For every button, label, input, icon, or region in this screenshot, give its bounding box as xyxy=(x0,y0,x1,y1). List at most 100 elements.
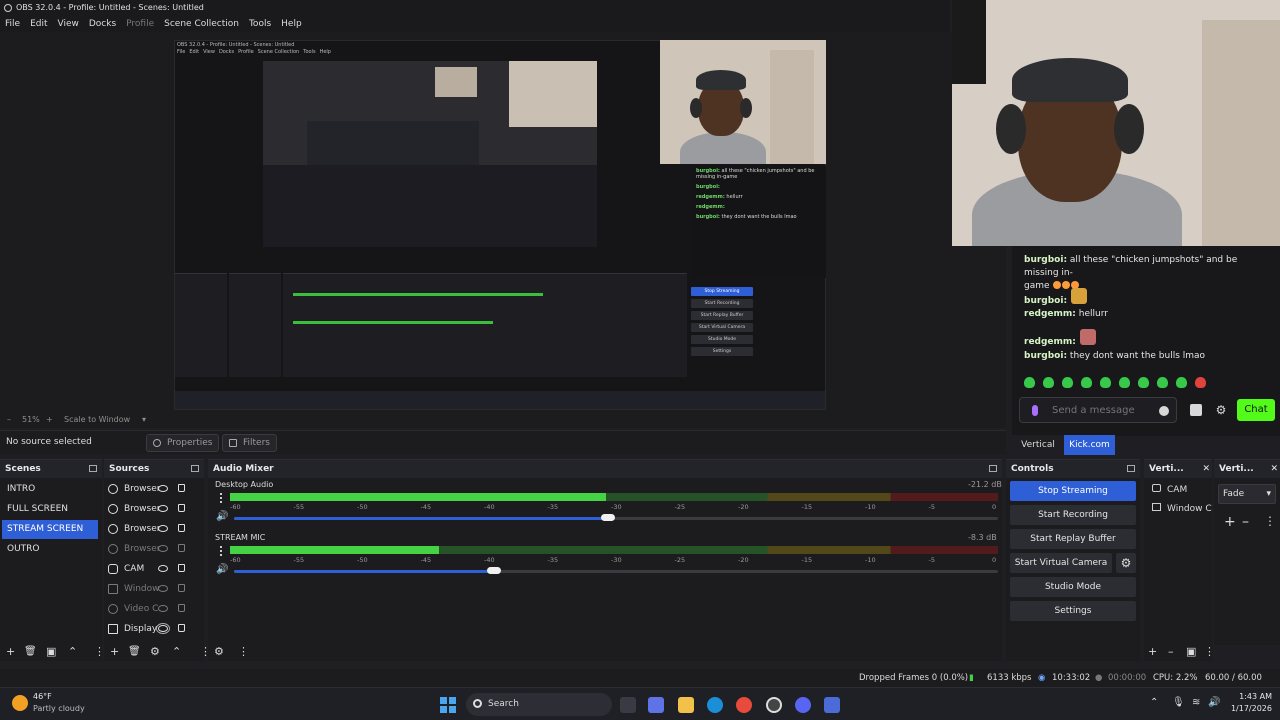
scene-item[interactable]: OUTRO xyxy=(2,540,98,559)
lock-icon[interactable] xyxy=(178,584,185,592)
settings-button[interactable]: Settings xyxy=(1010,601,1136,621)
lock-icon[interactable] xyxy=(178,624,185,632)
menu-icon[interactable]: ⋮ xyxy=(238,643,249,661)
wifi-icon[interactable]: ≋ xyxy=(1192,697,1200,708)
emoji-picker-icon[interactable] xyxy=(1159,406,1169,416)
clock-time[interactable]: 1:43 AM xyxy=(1232,692,1272,701)
emote-icon[interactable] xyxy=(1062,377,1073,388)
close-icon[interactable]: ✕ xyxy=(1270,460,1278,478)
chat-username[interactable]: burgboi: xyxy=(1024,296,1067,306)
volume-slider-knob[interactable] xyxy=(601,514,616,521)
lock-icon[interactable] xyxy=(178,564,185,572)
lock-icon[interactable] xyxy=(178,544,185,552)
emote-icon[interactable] xyxy=(1043,377,1054,388)
remove-icon[interactable]: – xyxy=(1168,643,1174,661)
menu-profile[interactable]: Profile xyxy=(121,16,159,32)
menu-help[interactable]: Help xyxy=(276,16,307,32)
scene-item-selected[interactable]: STREAM SCREEN xyxy=(2,520,98,539)
zoom-minus-icon[interactable]: – xyxy=(7,412,11,428)
filter-icon[interactable]: ▣ xyxy=(46,643,56,661)
scene-item[interactable]: FULL SCREEN xyxy=(2,500,98,519)
move-up-icon[interactable]: ⌃ xyxy=(68,643,77,661)
weather-icon[interactable] xyxy=(12,695,28,711)
zoom-plus-icon[interactable]: + xyxy=(46,412,53,428)
menu-tools[interactable]: Tools xyxy=(244,16,276,32)
source-item[interactable]: CAM xyxy=(104,560,198,578)
source-item[interactable]: Browser xyxy=(104,480,198,498)
emote-icon[interactable] xyxy=(1119,377,1130,388)
undock-icon[interactable] xyxy=(191,465,199,472)
tray-overflow-icon[interactable]: ⌃ xyxy=(1150,697,1158,708)
weather-temp[interactable]: 46°F xyxy=(33,692,52,701)
menu-file[interactable]: File xyxy=(0,16,25,32)
start-virtual-camera-button[interactable]: Start Virtual Camera xyxy=(1010,553,1112,573)
discord-icon[interactable] xyxy=(795,697,811,713)
filters-button[interactable]: Filters xyxy=(222,434,277,452)
eye-icon[interactable] xyxy=(158,505,168,512)
virtual-camera-settings-icon[interactable]: ⚙ xyxy=(1116,553,1136,573)
menu-edit[interactable]: Edit xyxy=(25,16,52,32)
chat-message-field[interactable] xyxy=(1052,402,1152,418)
chat-username[interactable]: redgemm: xyxy=(1024,337,1076,347)
eye-slash-icon[interactable] xyxy=(158,605,168,612)
emote-icon[interactable] xyxy=(1100,377,1111,388)
eye-slash-icon[interactable] xyxy=(158,585,168,592)
volume-icon[interactable]: 🔊 xyxy=(1208,697,1220,708)
undock-icon[interactable] xyxy=(989,465,997,472)
vertical-source-item[interactable]: Window C xyxy=(1152,503,1212,514)
menu-icon[interactable]: ⋮ xyxy=(1264,514,1276,528)
lock-icon[interactable] xyxy=(178,504,185,512)
gear-icon[interactable]: ⚙ xyxy=(150,643,160,661)
vertical-source-item[interactable]: CAM xyxy=(1152,484,1187,495)
add-icon[interactable]: + xyxy=(6,643,15,661)
stop-streaming-button[interactable]: Stop Streaming xyxy=(1010,481,1136,501)
start-replay-buffer-button[interactable]: Start Replay Buffer xyxy=(1010,529,1136,549)
menu-icon[interactable]: ⋮ xyxy=(1204,643,1215,661)
menu-docks[interactable]: Docks xyxy=(84,16,121,32)
chat-username[interactable]: redgemm: xyxy=(1024,309,1076,319)
eye-icon[interactable] xyxy=(158,525,168,532)
scale-mode[interactable]: Scale to Window xyxy=(64,412,130,428)
mic-icon[interactable]: 🎙 xyxy=(1172,697,1185,708)
chevron-down-icon[interactable]: ▾ xyxy=(142,412,146,428)
weather-desc[interactable]: Partly cloudy xyxy=(33,704,85,713)
tab-vertical[interactable]: Vertical xyxy=(1012,435,1064,455)
emote-icon[interactable] xyxy=(1024,377,1035,388)
volume-slider-knob[interactable] xyxy=(486,567,501,574)
add-icon[interactable]: + xyxy=(1148,643,1157,661)
chat-username[interactable]: burgboi: xyxy=(1024,351,1067,361)
source-item[interactable]: Browser xyxy=(104,540,198,558)
clock-date[interactable]: 1/17/2026 xyxy=(1222,704,1272,713)
lock-icon[interactable] xyxy=(178,524,185,532)
tab-kick[interactable]: Kick.com xyxy=(1064,435,1115,455)
file-explorer-icon[interactable] xyxy=(678,697,694,713)
source-item[interactable]: Video C xyxy=(104,600,198,618)
add-icon[interactable]: + xyxy=(1224,514,1236,530)
eye-icon[interactable] xyxy=(158,565,168,572)
source-item[interactable]: Browser xyxy=(104,500,198,518)
source-item[interactable]: Display xyxy=(104,620,198,638)
studio-mode-button[interactable]: Studio Mode xyxy=(1010,577,1136,597)
eye-slash-icon[interactable] xyxy=(158,545,168,552)
task-view-icon[interactable] xyxy=(620,697,636,713)
chat-settings-icon[interactable]: ⚙ xyxy=(1215,404,1227,416)
undock-icon[interactable] xyxy=(89,465,97,472)
filter-icon[interactable]: ▣ xyxy=(1186,643,1196,661)
copilot-icon[interactable] xyxy=(648,697,664,713)
emote-icon[interactable] xyxy=(1195,377,1206,388)
undock-icon[interactable] xyxy=(1127,465,1135,472)
eye-icon[interactable] xyxy=(156,623,170,634)
kebab-menu-icon[interactable] xyxy=(220,546,222,556)
move-up-icon[interactable]: ⌃ xyxy=(172,643,181,661)
scene-item[interactable]: INTRO xyxy=(2,480,98,499)
trash-icon[interactable]: 🗑 xyxy=(24,643,37,661)
chat-input[interactable] xyxy=(1019,397,1177,423)
remove-icon[interactable]: – xyxy=(1242,514,1249,530)
chrome-icon[interactable] xyxy=(736,697,752,713)
lock-icon[interactable] xyxy=(178,484,185,492)
source-item[interactable]: Window xyxy=(104,580,198,598)
transition-select[interactable]: Fade ▾ xyxy=(1218,484,1276,504)
emote-icon[interactable] xyxy=(1138,377,1149,388)
volume-icon[interactable]: 🔊 xyxy=(216,511,228,522)
emote-icon[interactable] xyxy=(1081,377,1092,388)
